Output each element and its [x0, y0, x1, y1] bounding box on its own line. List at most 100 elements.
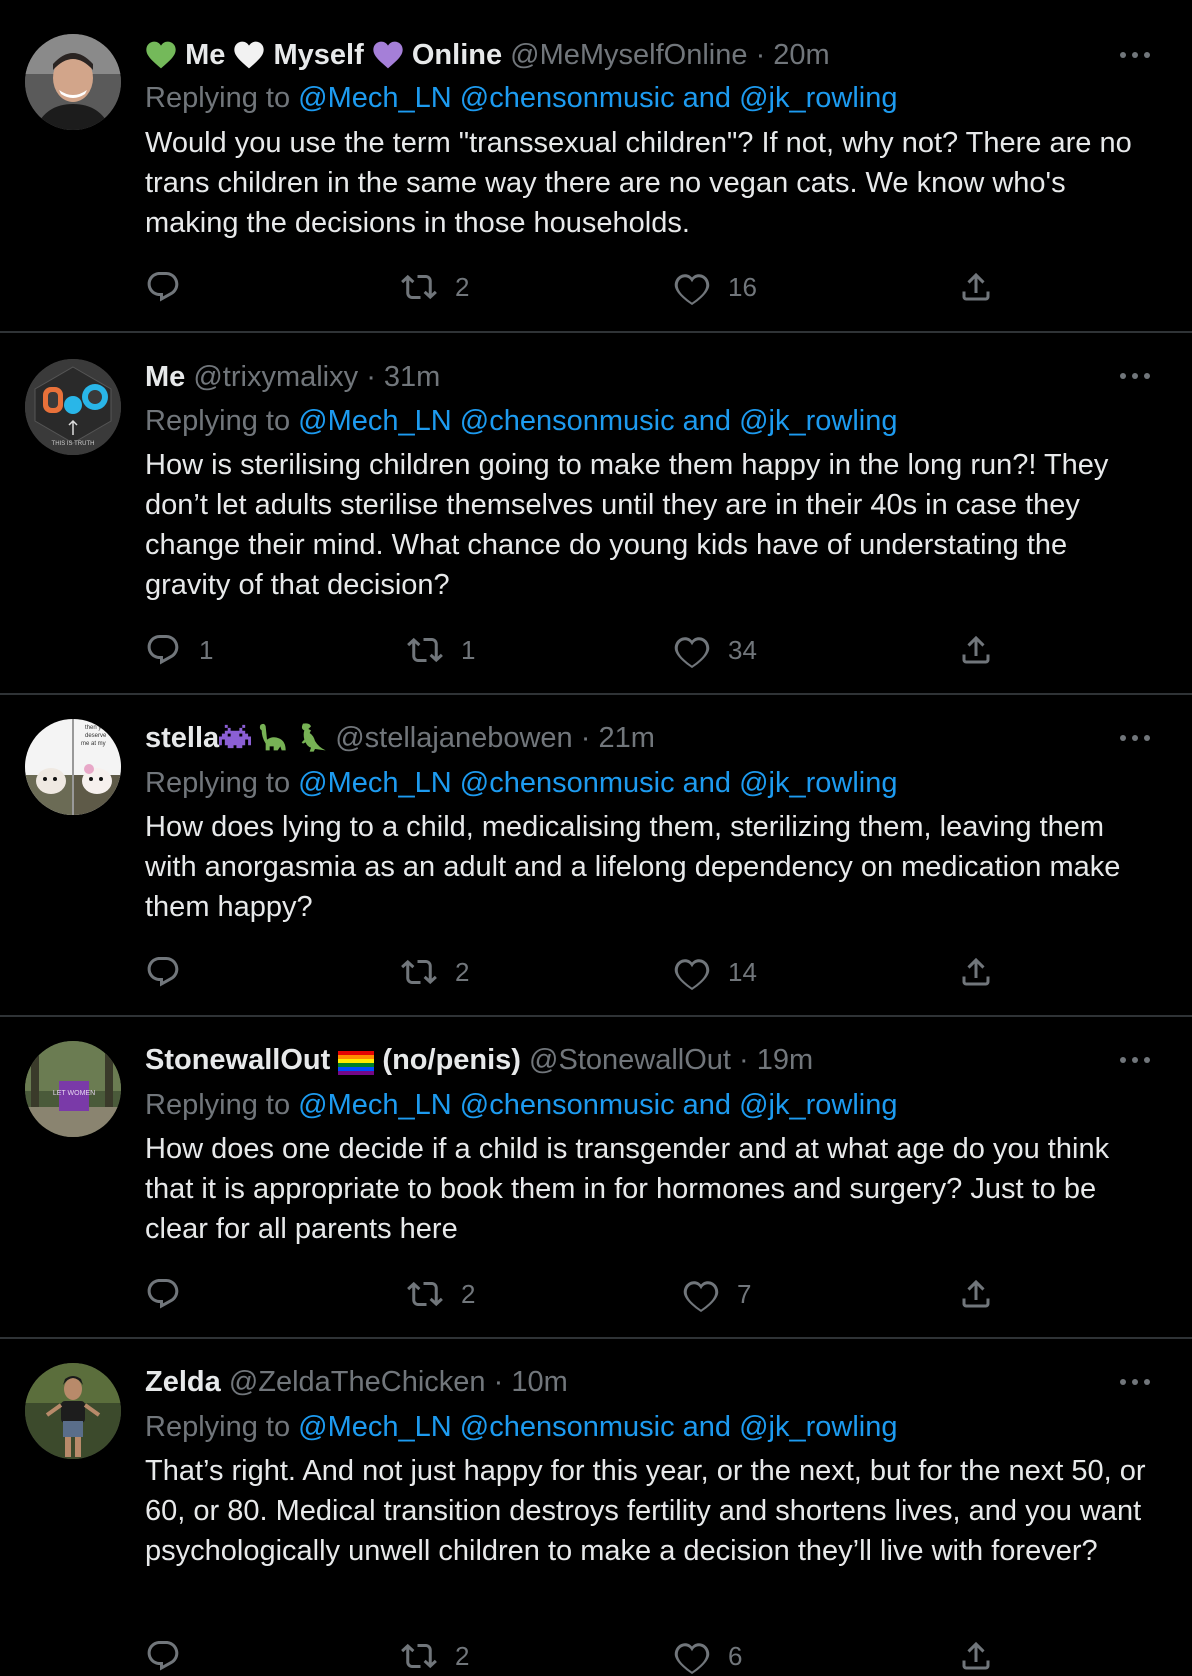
- reply-button[interactable]: 1: [145, 630, 213, 670]
- retweet-count: 2: [455, 1640, 470, 1671]
- replying-and[interactable]: and: [675, 1411, 740, 1443]
- display-name[interactable]: StonewallOut: [145, 1044, 330, 1076]
- tweet[interactable]: THIS IS TRUTH Me @trixymalixy · 31m Repl…: [0, 333, 1192, 695]
- replying-mention[interactable]: @jk_rowling: [739, 1089, 897, 1121]
- avatar-caption: THIS IS TRUTH: [52, 441, 95, 447]
- share-icon: [958, 1276, 994, 1312]
- retweet-button[interactable]: 2: [401, 1636, 469, 1676]
- user-handle[interactable]: @trixymalixy: [193, 361, 358, 393]
- replying-mentions[interactable]: @Mech_LN @chensonmusic: [298, 82, 674, 114]
- reply-button[interactable]: [145, 1274, 199, 1314]
- reply-icon: [145, 1638, 181, 1674]
- replying-and[interactable]: and: [675, 82, 740, 114]
- tweet[interactable]: Me Myself Online @MeMyselfOnline · 20m R…: [0, 0, 1192, 333]
- share-button[interactable]: [958, 1636, 994, 1676]
- avatar[interactable]: LET WOMEN: [25, 1041, 121, 1137]
- timestamp[interactable]: 31m: [384, 361, 440, 393]
- replying-mention[interactable]: @jk_rowling: [739, 82, 897, 114]
- tweet-actions: 2 14: [145, 952, 1005, 992]
- more-options-icon[interactable]: [1120, 34, 1154, 74]
- retweet-button[interactable]: 2: [407, 1274, 475, 1314]
- replying-mentions[interactable]: @Mech_LN @chensonmusic: [298, 1411, 674, 1443]
- retweet-count: 1: [461, 634, 476, 665]
- retweet-button[interactable]: 2: [401, 267, 469, 307]
- like-button[interactable]: 16: [674, 267, 757, 307]
- reply-button[interactable]: [145, 267, 199, 307]
- reply-button[interactable]: [145, 952, 199, 992]
- more-options-icon[interactable]: [1120, 1361, 1154, 1401]
- white-heart-icon: [233, 40, 265, 81]
- user-handle[interactable]: @ZeldaTheChicken: [229, 1366, 486, 1398]
- like-button[interactable]: 6: [674, 1636, 742, 1676]
- replying-prefix: Replying to: [145, 82, 299, 114]
- replying-and[interactable]: and: [675, 405, 740, 437]
- avatar[interactable]: THIS IS TRUTH: [25, 359, 121, 455]
- tweet[interactable]: then you deserve me at my stella @stella…: [0, 695, 1192, 1017]
- replying-mentions[interactable]: @Mech_LN @chensonmusic: [298, 767, 674, 799]
- avatar[interactable]: then you deserve me at my: [25, 719, 121, 815]
- timestamp[interactable]: 10m: [511, 1366, 567, 1398]
- replying-mention[interactable]: @jk_rowling: [739, 767, 897, 799]
- heart-icon: [674, 632, 710, 668]
- tweet[interactable]: LET WOMEN StonewallOut (no/penis) @Stone…: [0, 1017, 1192, 1339]
- heart-icon: [674, 1638, 710, 1674]
- user-handle[interactable]: @StonewallOut: [529, 1044, 731, 1076]
- like-button[interactable]: 7: [683, 1274, 751, 1314]
- replying-prefix: Replying to: [145, 767, 299, 799]
- replying-mention[interactable]: @jk_rowling: [739, 1411, 897, 1443]
- separator: ·: [730, 1044, 757, 1076]
- share-button[interactable]: [958, 267, 994, 307]
- share-button[interactable]: [958, 1274, 994, 1314]
- avatar-caption: then you: [85, 725, 108, 731]
- tweet-header: Me @trixymalixy · 31m: [145, 357, 1112, 397]
- avatar[interactable]: [25, 1363, 121, 1459]
- replying-and[interactable]: and: [675, 767, 740, 799]
- tweet-actions: 2 7: [145, 1274, 1005, 1314]
- share-button[interactable]: [958, 952, 994, 992]
- reply-icon: [145, 269, 181, 305]
- reply-button[interactable]: [145, 1636, 199, 1676]
- user-handle[interactable]: @stellajanebowen: [335, 722, 572, 754]
- heart-icon: [674, 269, 710, 305]
- separator: ·: [358, 361, 384, 393]
- replying-to: Replying to @Mech_LN @chensonmusic and @…: [145, 401, 1152, 441]
- replying-mention[interactable]: @jk_rowling: [739, 405, 897, 437]
- more-options-icon[interactable]: [1120, 717, 1154, 757]
- separator: ·: [485, 1366, 512, 1398]
- display-name[interactable]: stella: [145, 722, 219, 754]
- retweet-button[interactable]: 2: [401, 952, 469, 992]
- display-name-part[interactable]: Myself: [273, 39, 363, 71]
- share-button[interactable]: [958, 630, 994, 670]
- display-name-part[interactable]: Online: [412, 39, 502, 71]
- display-name[interactable]: Zelda: [145, 1366, 221, 1398]
- replying-mentions[interactable]: @Mech_LN @chensonmusic: [298, 405, 674, 437]
- retweet-count: 2: [461, 1278, 476, 1309]
- timestamp[interactable]: 21m: [598, 722, 654, 754]
- reply-count: 1: [199, 634, 214, 665]
- avatar-meme-icon: then you deserve me at my: [25, 719, 121, 815]
- avatar[interactable]: [25, 34, 121, 130]
- tweet[interactable]: Zelda @ZeldaTheChicken · 10m Replying to…: [0, 1339, 1192, 1654]
- display-name[interactable]: Me: [145, 361, 185, 393]
- avatar-photo-icon: LET WOMEN: [25, 1041, 121, 1137]
- avatar-photo-icon: [25, 34, 121, 130]
- display-name-suffix[interactable]: (no/penis): [382, 1044, 521, 1076]
- like-button[interactable]: 34: [674, 630, 757, 670]
- like-button[interactable]: 14: [674, 952, 757, 992]
- tweet-text: How does lying to a child, medicalising …: [145, 811, 1121, 923]
- timestamp[interactable]: 19m: [757, 1044, 813, 1076]
- more-options-icon[interactable]: [1120, 355, 1154, 395]
- replying-and[interactable]: and: [675, 1089, 740, 1121]
- user-handle[interactable]: @MeMyselfOnline: [510, 39, 747, 71]
- heart-icon: [683, 1276, 719, 1312]
- share-icon: [958, 269, 994, 305]
- retweet-icon: [407, 632, 443, 668]
- replying-mentions[interactable]: @Mech_LN @chensonmusic: [298, 1089, 674, 1121]
- reply-icon: [145, 954, 181, 990]
- more-options-icon[interactable]: [1120, 1039, 1154, 1079]
- replying-prefix: Replying to: [145, 1089, 299, 1121]
- retweet-button[interactable]: 1: [407, 630, 475, 670]
- display-name-part[interactable]: Me: [185, 39, 225, 71]
- timestamp[interactable]: 20m: [773, 39, 829, 71]
- avatar-logo-icon: THIS IS TRUTH: [25, 359, 121, 455]
